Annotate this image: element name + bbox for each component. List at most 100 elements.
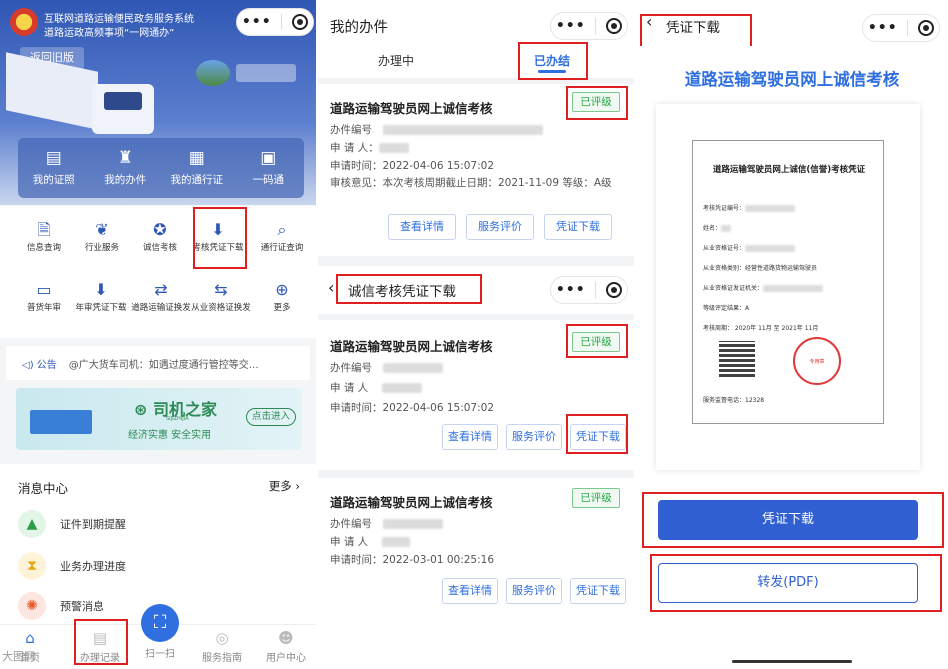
service-grid: 🗎 信息查询 ❦ 行业服务 ✪ 诚信考核 ⬇ 考核凭证下载 ⌕ 通行证查询 ▭ 普货年审 ⬇… — [0, 206, 316, 338]
cert-row: 考核周期： 2020年 11月 至 2021年 11月 — [703, 325, 819, 332]
view-details-button[interactable]: 查看详情 — [442, 578, 498, 604]
highlight-done-tab — [518, 42, 588, 80]
scan-icon: ⛶ — [153, 612, 167, 633]
more-icon[interactable]: ••• — [868, 20, 898, 36]
more-icon[interactable]: ••• — [242, 14, 272, 30]
system-title: 互联网道路运输便民政务服务系统 — [44, 14, 194, 25]
pass-search-icon: ⌕ — [277, 220, 287, 239]
cert-row: 等级评定结果：A — [703, 305, 750, 312]
notice-tag: ◁) 公告 — [22, 359, 57, 371]
message-more-link[interactable]: 更多 › — [269, 478, 300, 494]
cert-row: 从业资格证号： — [703, 243, 796, 252]
case-number-row: 办件编号 — [330, 360, 444, 375]
cert-download-button[interactable]: 凭证下载 — [544, 214, 612, 240]
steering-wheel-icon: ⊛ — [134, 400, 148, 419]
user-icon: ☻ — [278, 629, 294, 647]
service-eval-button[interactable]: 服务评价 — [506, 424, 562, 450]
grid-qualification-renew[interactable]: ⇆ 从业资格证换发 — [190, 280, 252, 314]
tab-user-center[interactable]: ☻ 用户中心 — [256, 625, 316, 664]
grid-general-cargo-review[interactable]: ▭ 普货年审 — [14, 280, 74, 314]
cert-phone: 服务监督电话：12328 — [703, 397, 765, 404]
highlight-nav-title — [336, 274, 482, 304]
chevron-right-icon: › — [291, 479, 300, 493]
grid-transport-cert-renew[interactable]: ⇄ 道路运输证换发 — [130, 280, 192, 314]
case-title: 道路运输驾驶员网上诚信考核 — [330, 495, 493, 510]
grid-more[interactable]: ⊕ 更多 — [252, 280, 312, 314]
grid-industry-service[interactable]: ❦ 行业服务 — [72, 220, 132, 254]
calendar-icon: ▭ — [36, 280, 52, 299]
truck-illustration — [6, 52, 166, 142]
user-name-blurred — [236, 64, 296, 82]
compass-icon: ◎ — [215, 629, 229, 647]
miniapp-capsule: ••• — [862, 14, 940, 42]
close-miniapp-icon[interactable] — [292, 14, 309, 30]
speaker-icon: ◁) — [22, 359, 37, 371]
more-icon[interactable]: ••• — [556, 282, 586, 298]
miniapp-capsule: ••• — [236, 8, 314, 36]
certificate: 道路运输驾驶员网上诚信(信誉)考核凭证 考核凭证编号： 姓名： 从业资格证号： … — [692, 140, 884, 424]
notice-bar[interactable]: ◁) 公告 @广大货车司机：如遇过度通行管控等交… — [6, 346, 310, 380]
avatar[interactable] — [196, 60, 230, 86]
msg-business-progress[interactable]: ⧗ 业务办理进度 — [18, 552, 126, 580]
quick-bar: ▤ 我的证照 ♜ 我的办件 ▦ 我的通行证 ▣ 一码通 — [18, 138, 304, 198]
certificate-preview: 道路运输驾驶员网上诚信(信誉)考核凭证 考核凭证编号： 姓名： 从业资格证号： … — [656, 104, 920, 470]
tab-service-guide[interactable]: ◎ 服务指南 — [192, 625, 252, 664]
grid-review-cert-download[interactable]: ⬇ 年审凭证下载 — [72, 280, 130, 314]
highlight-badge — [566, 86, 628, 120]
banner-subtitle: 经济实惠 安全实用 — [128, 430, 212, 441]
quick-my-pass[interactable]: ▦ 我的通行证 — [161, 138, 233, 198]
highlight-cert-download — [193, 207, 247, 269]
hands-icon: ❦ — [95, 220, 109, 239]
more-icon[interactable]: ••• — [556, 18, 586, 34]
view-details-button[interactable]: 查看详情 — [388, 214, 456, 240]
apply-time-row: 申请时间：2022-03-01 00:25:16 — [330, 554, 495, 566]
qr-code-image — [719, 341, 755, 377]
tab-scan[interactable]: 扫一扫 — [130, 645, 190, 660]
case-title: 道路运输驾驶员网上诚信考核 — [330, 101, 493, 116]
scan-button[interactable]: ⛶ — [141, 604, 179, 642]
download-icon: ⬇ — [94, 280, 108, 299]
id-card-icon: ▤ — [45, 148, 62, 168]
cert-download-screen: ‹ 凭证下载 ••• 道路运输驾驶员网上诚信考核 道路运输驾驶员网上诚信(信誉)… — [636, 0, 948, 669]
close-miniapp-icon[interactable] — [606, 282, 623, 298]
case-card: 道路运输驾驶员网上诚信考核 已评级 办件编号 申 请 人 申请时间：2022-0… — [318, 478, 634, 669]
certificate-title: 道路运输驾驶员网上诚信(信誉)考核凭证 — [712, 165, 866, 175]
page-title: 我的办件 — [330, 20, 388, 36]
miniapp-capsule: ••• — [550, 12, 628, 40]
service-eval-button[interactable]: 服务评价 — [506, 578, 562, 604]
plus-icon: ⊕ — [275, 280, 289, 299]
msg-cert-expiry[interactable]: ▲ 证件到期提醒 — [18, 510, 126, 538]
message-center-title: 消息中心 — [18, 481, 69, 496]
highlight-badge — [566, 324, 628, 358]
grid-pass-query[interactable]: ⌕ 通行证查询 — [252, 220, 312, 254]
highlight-records-tab — [74, 619, 128, 665]
banner-enter-button[interactable]: 点击进入 — [246, 408, 296, 426]
driver-home-banner[interactable]: ⊛ 司机之家 SIJIZHIJIA 经济实惠 安全实用 点击进入 — [16, 388, 302, 450]
quick-my-license[interactable]: ▤ 我的证照 — [18, 138, 90, 198]
apply-time-row: 申请时间：2022-04-06 15:07:02 — [330, 402, 495, 414]
tab-processing[interactable]: 办理中 — [378, 52, 414, 69]
grid-info-query[interactable]: 🗎 信息查询 — [14, 220, 74, 254]
watermark: 大图网 — [2, 650, 35, 663]
official-seal: 专用章 — [793, 337, 841, 385]
msg-warning[interactable]: ✺ 预警消息 — [18, 592, 104, 620]
case-title: 道路运输驾驶员网上诚信考核 — [330, 339, 493, 354]
quick-my-cases[interactable]: ♜ 我的办件 — [90, 138, 162, 198]
back-chevron-icon[interactable]: ‹ — [328, 278, 334, 297]
service-eval-button[interactable]: 服务评价 — [466, 214, 534, 240]
highlight-download-button — [642, 492, 944, 548]
cert-row: 姓名： — [703, 223, 732, 232]
applicant-row: 申 请 人 — [330, 380, 422, 395]
applicant-row: 申 请 人 — [330, 534, 410, 549]
notice-text: @广大货车司机：如遇过度通行管控等交… — [68, 359, 259, 371]
view-details-button[interactable]: 查看详情 — [442, 424, 498, 450]
hourglass-icon: ⧗ — [18, 552, 46, 580]
grid-credit-assessment[interactable]: ✪ 诚信考核 — [130, 220, 190, 254]
close-miniapp-icon[interactable] — [918, 20, 935, 36]
qr-icon: ▣ — [260, 148, 277, 168]
close-miniapp-icon[interactable] — [606, 18, 623, 34]
quick-one-code[interactable]: ▣ 一码通 — [233, 138, 305, 198]
home-indicator — [732, 660, 852, 663]
cert-download-button[interactable]: 凭证下载 — [570, 578, 626, 604]
miniapp-capsule: ••• — [550, 276, 628, 304]
